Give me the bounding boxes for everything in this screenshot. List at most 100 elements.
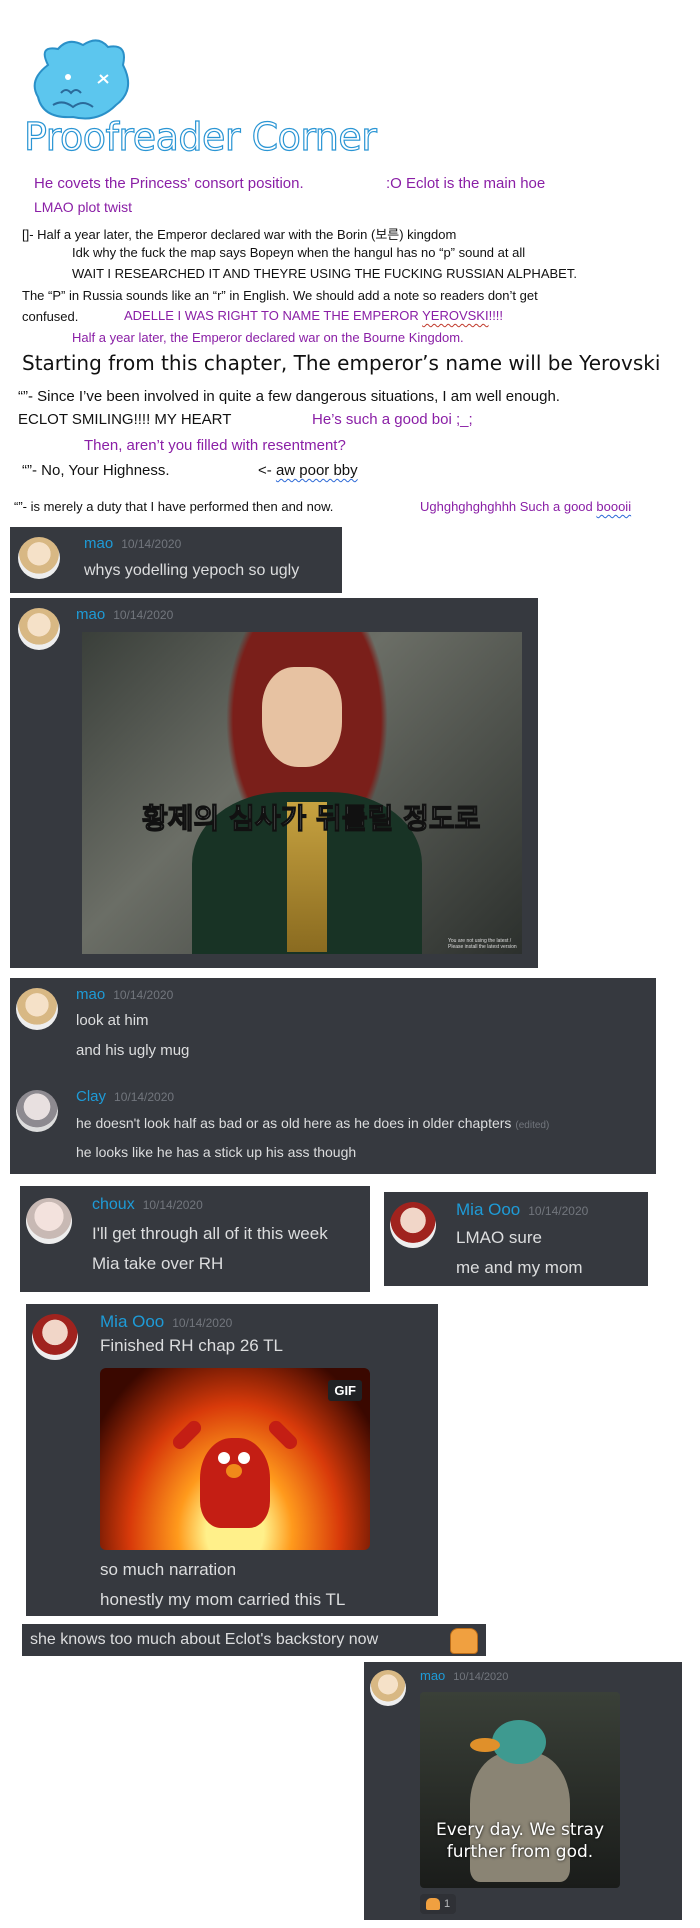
note-heading: Starting from this chapter, The emperor’… [22, 351, 661, 375]
elmo-arm-left [170, 1418, 204, 1452]
username[interactable]: choux 10/14/2020 [92, 1196, 203, 1214]
message-text: she knows too much about Eclot's backsto… [30, 1631, 379, 1648]
bread-emoji-icon [426, 1898, 440, 1910]
timestamp: 10/14/2020 [172, 1316, 233, 1330]
message-text: I'll get through all of it this week [92, 1224, 328, 1243]
chat-message-block: mao 10/14/2020 Every day. We stray furthe… [364, 1662, 682, 1920]
meme-figure-head [492, 1720, 546, 1764]
username-text: choux [92, 1196, 135, 1213]
username-text: Mia Ooo [100, 1312, 165, 1331]
chat-message-block: Mia Ooo 10/14/2020 Finished RH chap 26 TL… [26, 1304, 438, 1616]
avatar[interactable] [370, 1670, 406, 1706]
gif-badge: GIF [328, 1380, 362, 1401]
elmo-eye [238, 1452, 250, 1464]
username[interactable]: Mia Ooo 10/14/2020 [100, 1312, 232, 1332]
avatar[interactable] [32, 1314, 78, 1360]
username[interactable]: Clay 10/14/2020 [76, 1088, 174, 1105]
timestamp: 10/14/2020 [114, 1090, 175, 1104]
username-text: Clay [76, 1088, 107, 1105]
edited-label: (edited) [515, 1120, 550, 1131]
message-text: whys yodelling yepoch so ugly [84, 562, 300, 579]
note-text: boooii [596, 499, 632, 514]
timestamp: 10/14/2020 [121, 537, 182, 551]
elmo-figure [200, 1438, 270, 1528]
chat-message-block: mao 10/14/2020 look at him and his ugly m… [10, 978, 656, 1174]
timestamp: 10/14/2020 [142, 1198, 203, 1212]
note-text: YEROVSKI [422, 308, 489, 323]
meme-figure-bill [470, 1738, 500, 1752]
note-text: <- [258, 462, 276, 479]
note-text: aw poor bby [275, 462, 358, 479]
note-line: Idk why the fuck the map says Bopeyn whe… [72, 245, 526, 260]
note-line: “”- Since I’ve been involved in quite a … [18, 388, 560, 405]
elmo-arm-right [266, 1418, 300, 1452]
manhwa-panel-image[interactable]: 황제의 심사가 뒤틀릴 정도로 You are not using the la… [82, 632, 522, 954]
note-line: WAIT I RESEARCHED IT AND THEYRE USING TH… [72, 266, 577, 281]
note-line: ADELLE I WAS RIGHT TO NAME THE EMPEROR Y… [124, 308, 503, 323]
message-text: LMAO sure [456, 1228, 542, 1247]
note-line: <- aw poor bby [258, 462, 358, 479]
username[interactable]: mao 10/14/2020 [420, 1668, 508, 1683]
avatar[interactable] [18, 608, 60, 650]
avatar[interactable] [18, 537, 60, 579]
meme-text: Every day. We stray [435, 1820, 605, 1840]
avatar[interactable] [16, 988, 58, 1030]
note-line: The “P” in Russia sounds like an “r” in … [22, 288, 538, 303]
note-line: “”- is merely a duty that I have perform… [14, 499, 334, 514]
chat-message-block: mao 10/14/2020 황제의 심사가 뒤틀릴 정도로 You are no… [10, 598, 538, 968]
perry-meme-image[interactable]: Every day. We stray further from god. [420, 1692, 620, 1888]
panel-corner-note: You are not using the latest / Please in… [448, 938, 517, 950]
username-text: mao [420, 1668, 446, 1683]
panel-caption: 황제의 심사가 뒤틀릴 정도로 [141, 801, 481, 835]
note-text: !!!! [488, 308, 504, 323]
note-line: “”- No, Your Highness. [22, 462, 170, 479]
timestamp: 10/14/2020 [453, 1671, 509, 1683]
username-text: mao [84, 535, 114, 552]
message-text-content: he doesn't look half as bad or as old he… [76, 1115, 512, 1131]
logo-text: Proofreader Corner [23, 114, 377, 159]
chat-message-block: mao 10/14/2020 whys yodelling yepoch so u… [10, 527, 342, 593]
note-line: Half a year later, the Emperor declared … [72, 330, 464, 345]
avatar[interactable] [16, 1090, 58, 1132]
meme-text: further from god. [446, 1842, 594, 1862]
username-text: mao [76, 606, 106, 623]
reaction-count: 1 [444, 1898, 451, 1910]
elmo-nose [226, 1464, 242, 1478]
note-text: ADELLE I WAS RIGHT TO NAME THE EMPEROR [124, 308, 423, 323]
elmo-fire-gif[interactable]: GIF [100, 1368, 370, 1550]
username[interactable]: Mia Ooo 10/14/2020 [456, 1200, 588, 1220]
chat-message-block: choux 10/14/2020 I'll get through all of … [20, 1186, 370, 1292]
note-line: He’s such a good boi ;_; [312, 411, 473, 428]
username[interactable]: mao 10/14/2020 [84, 535, 181, 552]
timestamp: 10/14/2020 [528, 1204, 589, 1218]
note-text: Ughghghghghhh Such a good [420, 499, 597, 514]
note-line: Ughghghghghhh Such a good boooii [420, 499, 631, 514]
note-line: []- Half a year later, the Emperor decla… [22, 227, 457, 242]
message-text: he looks like he has a stick up his ass … [76, 1144, 357, 1160]
elmo-eye [218, 1452, 230, 1464]
meme-figure-cloak [470, 1752, 570, 1882]
note-line: LMAO plot twist [34, 199, 133, 215]
username-text: Mia Ooo [456, 1200, 521, 1219]
message-text: he doesn't look half as bad or as old he… [76, 1115, 549, 1131]
note-line: Then, aren’t you filled with resentment? [84, 437, 346, 454]
username-text: mao [76, 986, 106, 1003]
message-text: and his ugly mug [76, 1042, 190, 1059]
bread-emoji-icon [450, 1628, 478, 1654]
message-text: honestly my mom carried this TL [100, 1590, 346, 1609]
message-text: me and my mom [456, 1258, 583, 1277]
note-line: :O Eclot is the main hoe [386, 175, 546, 192]
message-text: Mia take over RH [92, 1254, 224, 1273]
character-face [262, 667, 342, 767]
note-line: He covets the Princess' consort position… [34, 175, 304, 192]
avatar[interactable] [26, 1198, 72, 1244]
message-text: Finished RH chap 26 TL [100, 1336, 284, 1355]
username[interactable]: mao 10/14/2020 [76, 986, 173, 1003]
chat-message-block: she knows too much about Eclot's backsto… [22, 1624, 486, 1656]
timestamp: 10/14/2020 [113, 608, 174, 622]
username[interactable]: mao 10/14/2020 [76, 606, 173, 623]
avatar[interactable] [390, 1202, 436, 1248]
reaction-button[interactable]: 1 [420, 1894, 457, 1914]
note-line: confused. [22, 309, 79, 324]
chat-message-block: Mia Ooo 10/14/2020 LMAO sure me and my mo… [384, 1192, 648, 1286]
